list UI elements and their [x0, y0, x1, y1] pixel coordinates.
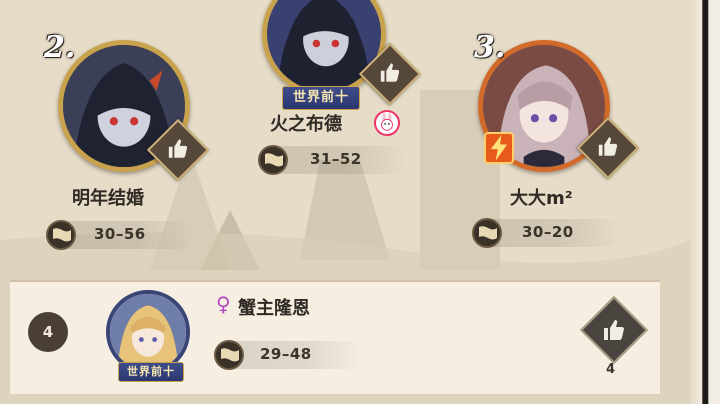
player-1-flag-badge	[258, 145, 288, 175]
player-4-flag-badge	[214, 340, 244, 370]
flag-icon	[221, 348, 239, 362]
window-edge	[690, 0, 720, 404]
player-2-name: 明年结婚	[72, 188, 144, 209]
flag-icon	[265, 153, 283, 167]
player-1-score: 31–52	[310, 150, 362, 168]
player-4-like-count: 4	[606, 362, 616, 377]
player-3-name: 大大m²	[510, 188, 573, 209]
lightning-icon	[484, 132, 514, 164]
player-2-score: 30–56	[94, 225, 146, 243]
player-4-score: 29–48	[260, 345, 312, 363]
rabbit-badge-icon	[374, 110, 400, 136]
flag-icon	[53, 228, 71, 242]
thumbs-up-icon	[604, 320, 624, 340]
player-3-flag-badge	[472, 218, 502, 248]
female-gender-icon: ♀	[216, 292, 231, 316]
thumbs-up-icon	[598, 137, 618, 156]
player-3-score: 30–20	[522, 223, 574, 241]
player-4-rank: 4	[28, 312, 68, 352]
flag-icon	[479, 226, 497, 240]
thumbs-up-icon	[168, 139, 188, 158]
player-4-name: 蟹主隆恩	[238, 298, 310, 319]
blonde-hair-portrait-icon	[110, 294, 186, 370]
player-1-title-badge: 世界前十	[282, 86, 360, 110]
thumbs-up-icon	[380, 63, 400, 82]
player-3-rank: 3.	[474, 30, 506, 65]
player-4-title-badge: 世界前十	[118, 362, 184, 382]
player-1-name: 火之布德	[270, 114, 342, 135]
player-2-rank: 2.	[44, 30, 76, 65]
player-2-flag-badge	[46, 220, 76, 250]
